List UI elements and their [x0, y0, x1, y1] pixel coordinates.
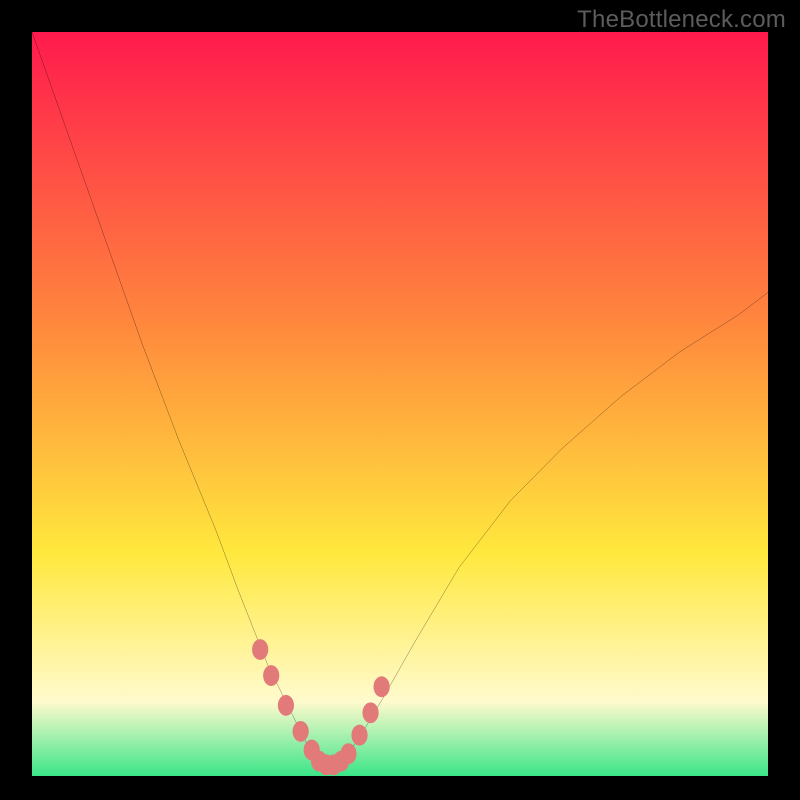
- highlight-dot: [351, 725, 367, 746]
- chart-frame: TheBottleneck.com: [0, 0, 800, 800]
- watermark-text: TheBottleneck.com: [577, 6, 786, 34]
- gradient-background: [32, 32, 768, 776]
- highlight-dot: [362, 702, 378, 723]
- highlight-dot: [263, 665, 279, 686]
- highlight-dot: [293, 721, 309, 742]
- highlight-dot: [252, 639, 268, 660]
- highlight-dot: [278, 695, 294, 716]
- bottleneck-chart: [32, 32, 768, 776]
- highlight-dot: [340, 743, 356, 764]
- highlight-dot: [374, 676, 390, 697]
